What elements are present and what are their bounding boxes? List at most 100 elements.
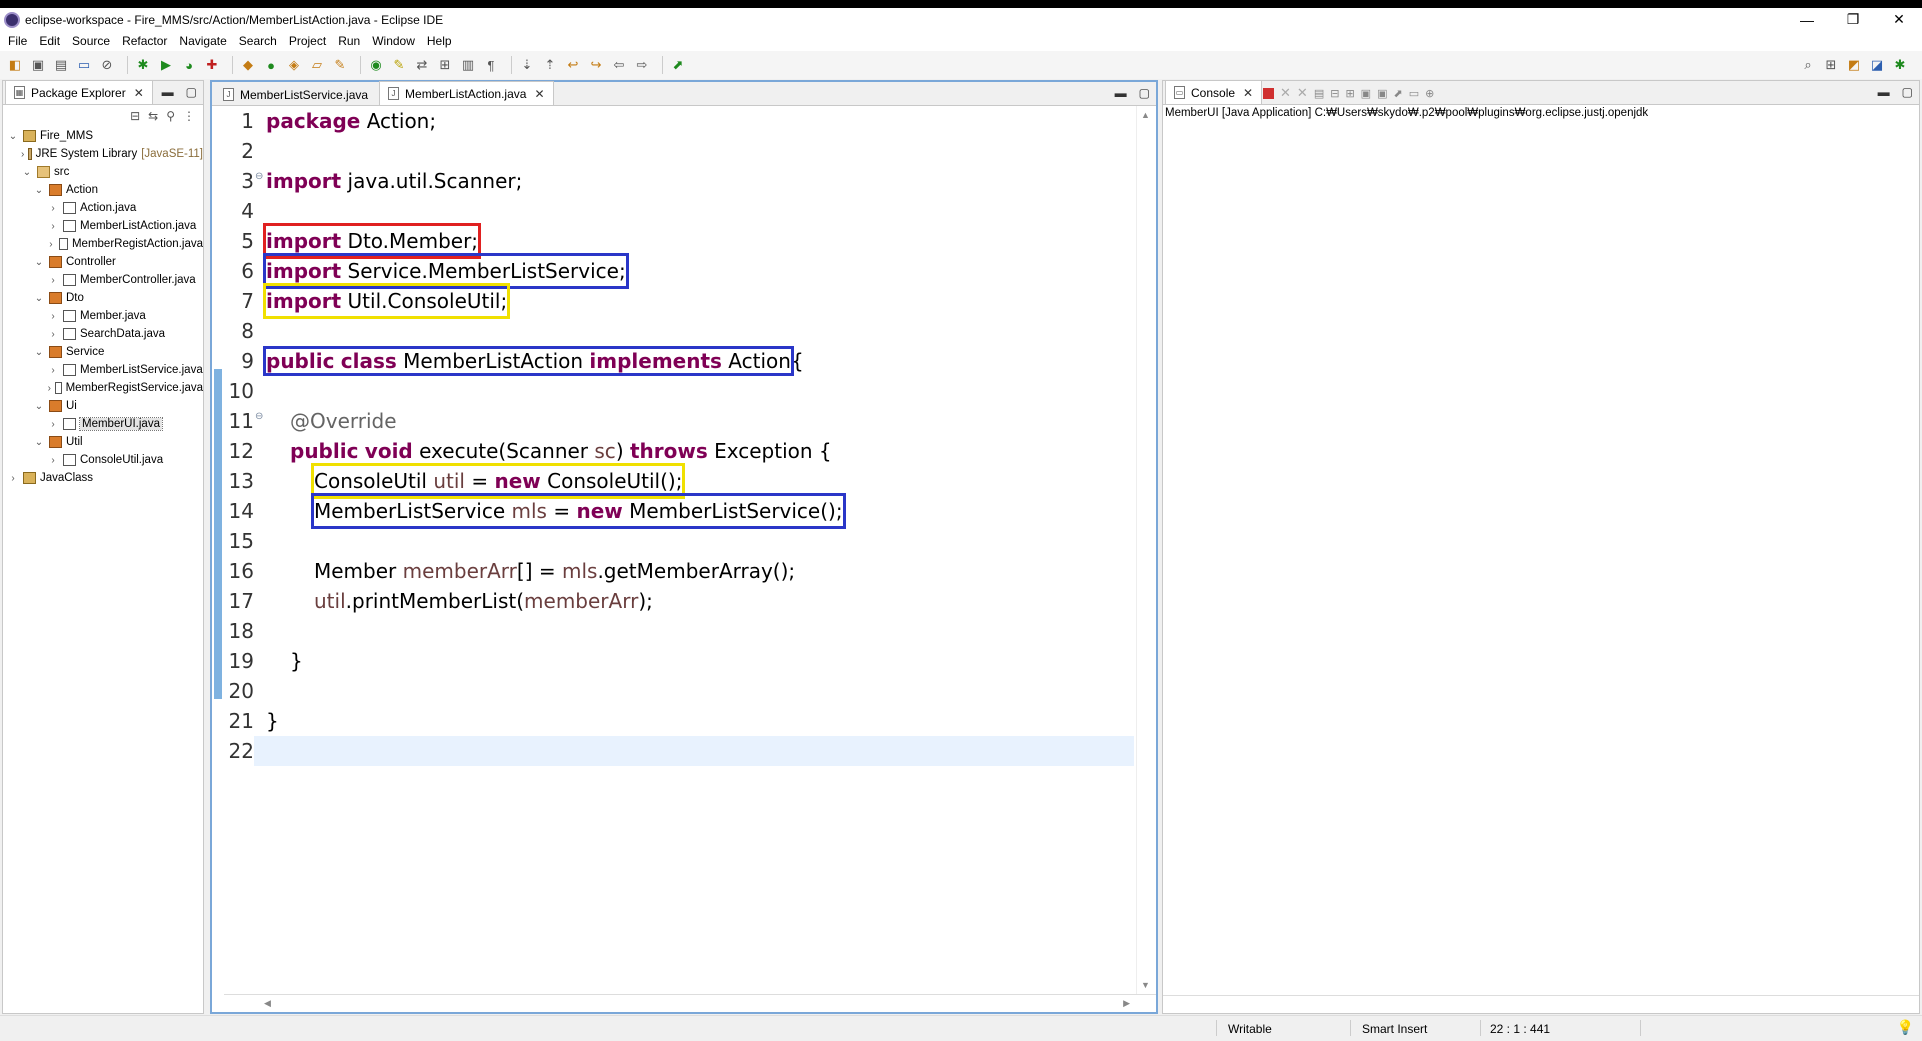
search-tool-icon[interactable]: ✎ [331,56,349,74]
chevron-right-icon[interactable]: › [47,365,59,376]
paragraph-icon[interactable]: ¶ [482,56,500,74]
tree-item-file[interactable]: › Action.java [3,199,203,217]
tree-item-jre[interactable]: › JRE System Library [JavaSE-11] [3,145,203,163]
close-icon[interactable]: ✕ [534,87,544,101]
maximize-view-icon[interactable]: ▢ [1902,85,1913,99]
tree-item-file-selected[interactable]: › MemberUI.java [3,415,203,433]
tree-item-file[interactable]: › MemberListService.java [3,361,203,379]
tree-item-file[interactable]: › MemberRegistService.java [3,379,203,397]
collapse-all-icon[interactable]: ⊟ [130,109,140,123]
maximize-button[interactable]: ❐ [1830,8,1876,31]
skip-breakpoints-icon[interactable]: ⊘ [98,56,116,74]
chevron-down-icon[interactable]: ⌄ [7,131,19,142]
chevron-down-icon[interactable]: ⌄ [33,257,45,268]
run-icon[interactable]: ▶ [157,56,175,74]
highlight-icon[interactable]: ✎ [390,56,408,74]
tree-item-package-action[interactable]: ⌄ Action [3,181,203,199]
code-line[interactable]: 3 ⊖ import java.util.Scanner; [224,166,1134,196]
code-line[interactable]: 8 [224,316,1134,346]
tree-item-file[interactable]: › MemberListAction.java [3,217,203,235]
minimize-view-icon[interactable]: ▬ [162,85,174,99]
tree-item-file[interactable]: › ConsoleUtil.java [3,451,203,469]
forward-icon[interactable]: ⇨ [633,56,651,74]
search-icon[interactable]: ⌕ [1799,56,1817,74]
debug-perspective-icon[interactable]: ✱ [1891,56,1909,74]
tree-item-package-ui[interactable]: ⌄ Ui [3,397,203,415]
tree-item-package-dto[interactable]: ⌄ Dto [3,289,203,307]
tip-lightbulb-icon[interactable]: 💡 [1897,1019,1914,1036]
code-line[interactable]: 16 Member memberArr[] = mls.getMemberArra… [224,556,1134,586]
console-horizontal-scrollbar[interactable] [1163,995,1919,1013]
terminal-icon[interactable]: ▭ [75,56,93,74]
code-line[interactable]: 14 MemberListService mls = new MemberList… [224,493,1134,529]
open-console-icon[interactable]: ⊕ [1425,87,1434,100]
menu-run[interactable]: Run [334,34,368,48]
menu-window[interactable]: Window [368,34,423,48]
back-icon[interactable]: ⇦ [610,56,628,74]
new-icon[interactable]: ◧ [6,56,24,74]
chevron-down-icon[interactable]: ⌄ [33,347,45,358]
menu-refactor[interactable]: Refactor [118,34,175,48]
chevron-down-icon[interactable]: ⌄ [33,437,45,448]
java-ee-perspective-icon[interactable]: ◩ [1845,56,1863,74]
code-line[interactable]: 20 [224,676,1134,706]
chevron-right-icon[interactable]: › [21,149,24,160]
last-edit-icon[interactable]: ↩ [564,56,582,74]
menu-source[interactable]: Source [68,34,118,48]
new-java-project-icon[interactable]: ◆ [239,56,257,74]
save-all-icon[interactable]: ▤ [52,56,70,74]
minimize-view-icon[interactable]: ▬ [1878,85,1890,99]
close-icon[interactable]: ✕ [134,86,144,100]
scroll-left-icon[interactable]: ◀ [264,998,271,1009]
coverage-icon[interactable]: ◕ [180,56,198,74]
menu-edit[interactable]: Edit [35,34,68,48]
chevron-down-icon[interactable]: ⌄ [33,293,45,304]
remove-launch-icon[interactable]: ✕ [1280,85,1291,101]
open-type-icon[interactable]: ◈ [285,56,303,74]
code-line[interactable]: 2 [224,136,1134,166]
tab-member-list-action[interactable]: J MemberListAction.java ✕ [379,81,554,105]
remove-all-launches-icon[interactable]: ✕ [1297,85,1308,101]
chevron-down-icon[interactable]: ⌄ [33,185,45,196]
external-tools-icon[interactable]: ✚ [203,56,221,74]
code-line[interactable]: 1 package Action; [224,106,1134,136]
code-line[interactable]: 19} [224,646,1134,676]
chevron-right-icon[interactable]: › [7,473,19,484]
terminate-icon[interactable] [1263,87,1274,99]
tree-item-package-util[interactable]: ⌄ Util [3,433,203,451]
code-line[interactable]: 21} [224,706,1134,736]
code-line[interactable]: 11 ⊖ @Override [224,406,1134,436]
menu-project[interactable]: Project [285,34,334,48]
chevron-right-icon[interactable]: › [47,311,59,322]
code-editor[interactable]: 1 package Action; 2 3 ⊖ import java.util.Sc… [212,106,1156,1012]
toggle-mark-icon[interactable]: ◉ [367,56,385,74]
filters-icon[interactable]: ⚲ [166,109,175,123]
forward-edit-icon[interactable]: ↪ [587,56,605,74]
code-line[interactable]: 12 public void execute(Scanner sc) throws… [224,436,1134,466]
code-line[interactable]: 4 [224,196,1134,226]
link-with-editor-icon[interactable]: ⇆ [148,109,158,123]
chevron-right-icon[interactable]: › [47,419,59,430]
console-vertical-scrollbar[interactable] [1903,125,1919,993]
tree-item-src[interactable]: ⌄ src [3,163,203,181]
editor-vertical-scrollbar[interactable]: ▲ ▼ [1136,106,1156,994]
editor-horizontal-scrollbar[interactable]: ◀ ▶ [224,994,1156,1012]
code-lines[interactable]: 1 package Action; 2 3 ⊖ import java.util.Sc… [224,106,1134,994]
tree-item-file[interactable]: › Member.java [3,307,203,325]
tree-item-file[interactable]: › MemberController.java [3,271,203,289]
format-icon[interactable]: ▥ [459,56,477,74]
maximize-view-icon[interactable]: ▢ [1139,86,1150,100]
fold-minus-icon[interactable]: ⊖ [255,162,263,192]
chevron-right-icon[interactable]: › [47,239,55,250]
minimize-view-icon[interactable]: ▬ [1115,86,1127,100]
scroll-lock-icon[interactable]: ⊟ [1330,87,1339,100]
maximize-view-icon[interactable]: ▢ [186,85,197,99]
word-wrap-icon[interactable]: ⊞ [1345,87,1354,100]
status-cursor-position[interactable]: 22 : 1 : 441 [1490,1022,1550,1036]
code-line[interactable]: 5 import Dto.Member; [224,223,1134,259]
open-folder-icon[interactable]: ▱ [308,56,326,74]
close-button[interactable]: ✕ [1876,8,1922,31]
chevron-down-icon[interactable]: ⌄ [33,401,45,412]
chevron-right-icon[interactable]: › [47,383,51,394]
chevron-right-icon[interactable]: › [47,455,59,466]
